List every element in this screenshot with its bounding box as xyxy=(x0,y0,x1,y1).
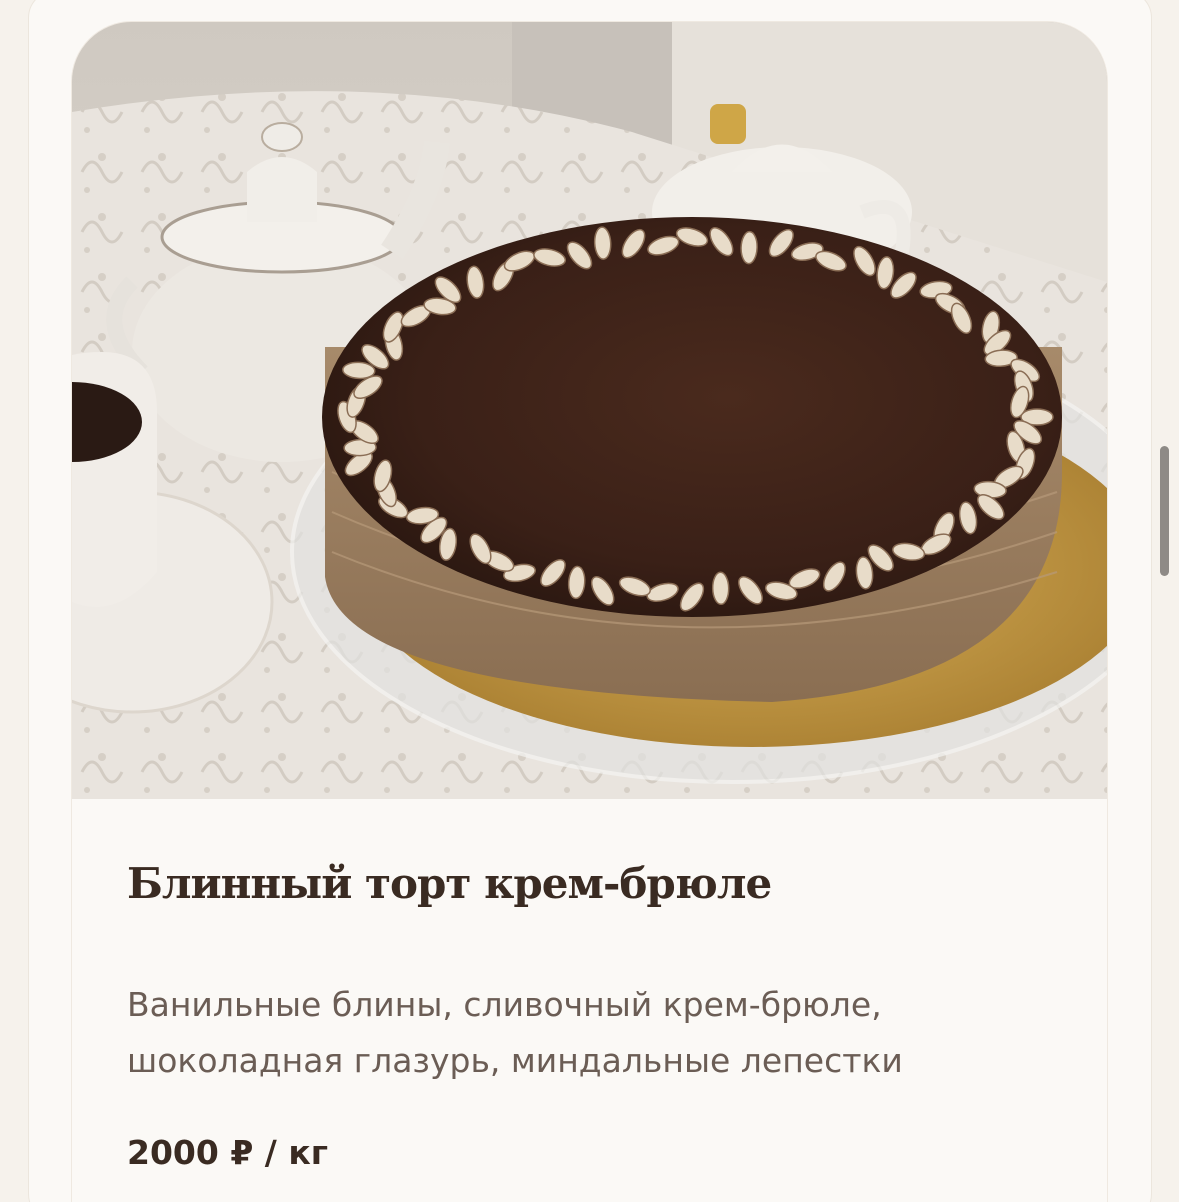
product-description: Ванильные блины, сливочный крем-брюле, шо… xyxy=(127,977,1047,1089)
almond-petal xyxy=(740,230,758,265)
product-info: Блинный торт крем-брюле Ванильные блины,… xyxy=(72,799,1107,1202)
product-description-line-1: Ванильные блины, сливочный крем-брюле, xyxy=(127,985,882,1024)
cake-photo-illustration xyxy=(72,22,1107,799)
product-title: Блинный торт крем-брюле xyxy=(127,859,772,908)
product-description-line-2: шоколадная глазурь, миндальные лепестки xyxy=(127,1041,903,1080)
product-price: 2000 ₽ / кг xyxy=(127,1133,328,1172)
cake-chocolate-glaze xyxy=(322,217,1062,617)
product-photo[interactable] xyxy=(72,22,1107,799)
almond-petal xyxy=(711,571,730,606)
product-card[interactable]: Блинный торт крем-брюле Ванильные блины,… xyxy=(72,22,1107,1202)
scrollbar-thumb[interactable] xyxy=(1160,446,1169,576)
page: Блинный торт крем-брюле Ванильные блины,… xyxy=(0,0,1179,1202)
